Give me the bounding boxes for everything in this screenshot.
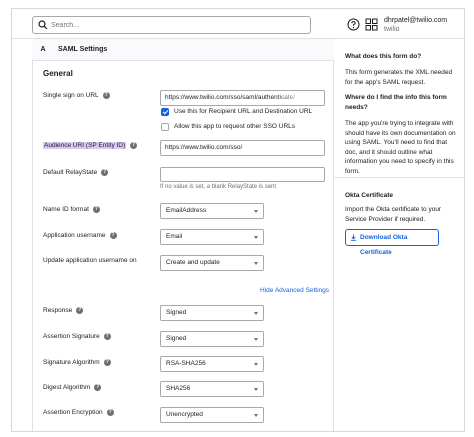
sso-url-input[interactable]: https://www.twilio.com/sso/saml/authenti… xyxy=(160,90,325,106)
help-q2-title: Where do I find the info this form needs… xyxy=(345,94,447,111)
relay-state-label: Default RelayState? xyxy=(43,169,109,177)
update-username-label: Update application username on xyxy=(43,257,137,264)
info-icon[interactable]: ? xyxy=(109,232,117,239)
assertion-encryption-select[interactable]: Unencrypted xyxy=(160,407,264,423)
search-icon xyxy=(38,20,48,30)
assertion-signature-select[interactable]: Signed xyxy=(160,331,264,347)
recipient-url-checkbox-label: Use this for Recipient URL and Destinati… xyxy=(174,108,313,115)
section-title: SAML Settings xyxy=(58,46,108,53)
assertion-signature-label: Assertion Signature? xyxy=(43,333,111,341)
help-q2-body: The app you're trying to integrate with … xyxy=(345,120,456,175)
chevron-down-icon xyxy=(254,210,258,213)
chevron-down-icon xyxy=(254,414,258,417)
download-icon xyxy=(350,234,357,241)
info-icon[interactable]: ? xyxy=(101,169,109,176)
search-box[interactable] xyxy=(32,16,311,34)
download-certificate-label: Download Okta Certificate xyxy=(360,234,408,256)
help-q1-title: What does this form do? xyxy=(345,53,422,60)
info-icon[interactable]: ? xyxy=(103,359,111,366)
chevron-down-icon xyxy=(254,236,258,239)
info-icon[interactable]: ? xyxy=(102,92,110,99)
app-grid-icon[interactable] xyxy=(365,18,378,31)
general-heading: General xyxy=(43,69,73,78)
download-certificate-button[interactable]: Download Okta Certificate xyxy=(345,229,439,256)
top-bar: dhrpatel@twilio.com twilio xyxy=(12,9,464,39)
chevron-down-icon xyxy=(254,262,258,265)
chevron-down-icon xyxy=(254,388,258,391)
info-icon[interactable]: ? xyxy=(130,142,138,149)
info-icon[interactable]: ? xyxy=(92,206,100,213)
hide-advanced-settings-link[interactable]: Hide Advanced Settings xyxy=(260,287,329,294)
user-email: dhrpatel@twilio.com xyxy=(384,17,448,24)
okta-cert-title: Okta Certificate xyxy=(345,192,394,199)
signature-algorithm-select[interactable]: RSA-SHA256 xyxy=(160,356,264,372)
okta-admin-window: dhrpatel@twilio.com twilio A SAML Settin… xyxy=(11,8,465,432)
sidebar-divider xyxy=(334,177,464,178)
chevron-down-icon xyxy=(254,363,258,366)
response-select[interactable]: Signed xyxy=(160,305,264,321)
signature-algorithm-label: Signature Algorithm? xyxy=(43,359,111,367)
digest-algorithm-label: Digest Algorithm? xyxy=(43,384,102,392)
okta-cert-body: Import the Okta certificate to your Serv… xyxy=(345,206,442,223)
user-menu[interactable]: dhrpatel@twilio.com twilio xyxy=(384,16,447,34)
app-username-select[interactable]: Email xyxy=(160,229,264,245)
audience-uri-label: Audience URI (SP Entity ID)? xyxy=(43,142,138,150)
sso-url-label: Single sign on URL? xyxy=(43,92,110,100)
help-circle-icon[interactable] xyxy=(347,18,360,31)
chevron-down-icon xyxy=(254,312,258,315)
other-sso-checkbox-label: Allow this app to request other SSO URLs xyxy=(174,123,296,130)
info-icon[interactable]: ? xyxy=(103,333,111,340)
app-username-label: Application username? xyxy=(43,232,117,240)
chevron-down-icon xyxy=(254,338,258,341)
info-icon[interactable]: ? xyxy=(106,409,114,416)
user-org: twilio xyxy=(384,26,400,33)
other-sso-checkbox[interactable] xyxy=(161,123,169,131)
help-q1-body: This form generates the XML needed for t… xyxy=(345,69,453,86)
info-icon[interactable]: ? xyxy=(76,307,84,314)
audience-uri-input[interactable]: https://www.twilio.com/sso/ xyxy=(160,140,325,156)
response-label: Response? xyxy=(43,307,84,315)
section-header: A SAML Settings xyxy=(32,39,334,61)
info-icon[interactable]: ? xyxy=(94,384,102,391)
relay-state-input[interactable] xyxy=(160,167,325,182)
section-badge: A xyxy=(40,46,46,53)
name-id-format-label: Name ID format? xyxy=(43,206,100,214)
assertion-encryption-label: Assertion Encryption? xyxy=(43,409,114,417)
update-username-select[interactable]: Create and update xyxy=(160,255,264,271)
help-sidebar: What does this form do? This form genera… xyxy=(334,39,464,431)
digest-algorithm-select[interactable]: SHA256 xyxy=(160,381,264,397)
relay-state-hint: If no value is set, a blank RelayState i… xyxy=(160,184,277,190)
search-input[interactable] xyxy=(51,19,301,31)
name-id-format-select[interactable]: EmailAddress xyxy=(160,203,264,219)
recipient-url-checkbox[interactable] xyxy=(161,108,169,116)
